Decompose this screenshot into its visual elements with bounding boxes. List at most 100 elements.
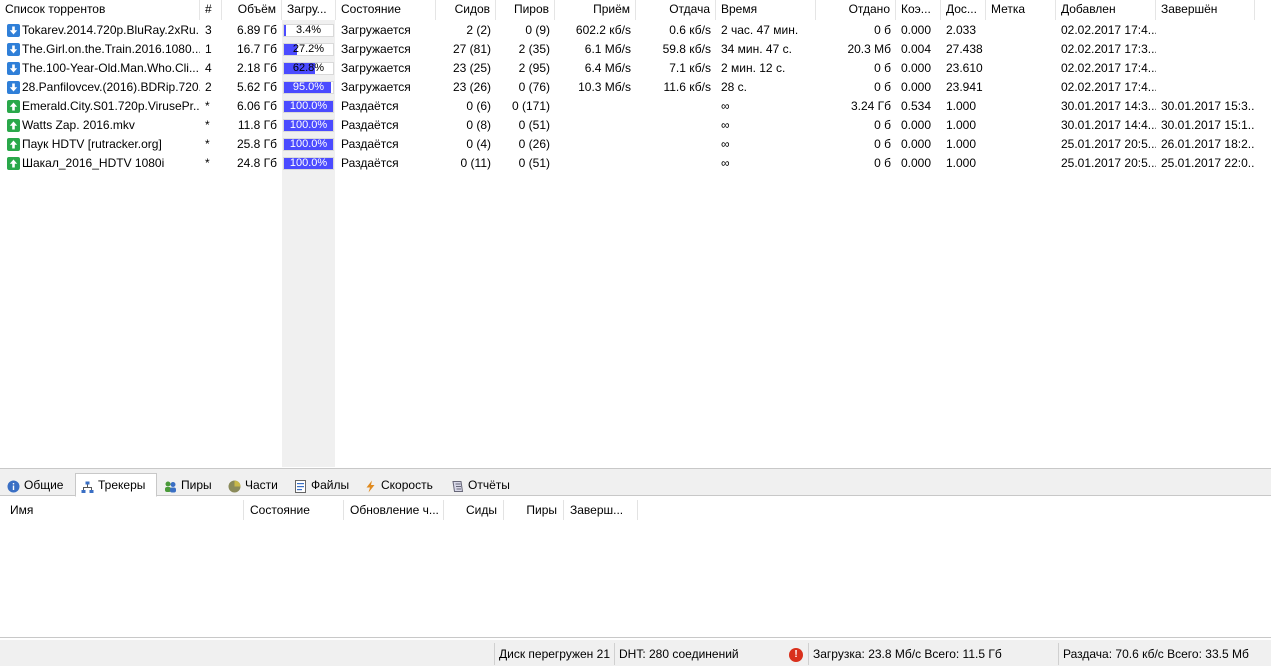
progress-text: 100.0% <box>289 119 328 131</box>
torrent-uploaded: 0 б <box>874 118 891 132</box>
column-header-uploaded[interactable]: Отдано <box>816 0 896 20</box>
torrent-ratio: 0.000 <box>901 61 932 75</box>
warning-icon[interactable]: ! <box>789 648 803 662</box>
torrent-size: 6.89 Гб <box>236 23 277 37</box>
torrent-uploaded: 0 б <box>874 137 891 151</box>
tracker-column-update[interactable]: Обновление ч... <box>344 500 444 520</box>
torrent-queue: 1 <box>205 42 212 56</box>
tab-trackers[interactable]: Трекеры <box>75 473 157 497</box>
torrent-label <box>986 59 1056 78</box>
torrent-row[interactable]: Паук HDTV [rutracker.org] * 25.8 Гб 100.0% Р… <box>0 135 1271 154</box>
torrent-size: 6.06 Гб <box>236 99 277 113</box>
torrent-progress: 62.8% <box>282 59 336 78</box>
torrent-completed: 26.01.2017 18:2... <box>1161 137 1255 151</box>
seeding-icon <box>7 157 20 170</box>
column-header-queue[interactable]: # <box>200 0 222 20</box>
torrent-size: 24.8 Гб <box>236 156 277 170</box>
torrent-status: Загружается <box>341 42 411 56</box>
tracker-column-completed[interactable]: Заверш... <box>564 500 638 520</box>
column-header-label[interactable]: Метка <box>986 0 1056 20</box>
torrent-name: 28.Panfilovcev.(2016).BDRip.720... <box>0 78 200 97</box>
download-status[interactable]: Загрузка: 23.8 Мб/с Всего: 11.5 Гб <box>808 643 1058 665</box>
torrent-queue: 2 <box>205 80 212 94</box>
column-header-down-speed[interactable]: Приём <box>555 0 636 20</box>
column-header-up-speed[interactable]: Отдача <box>636 0 716 20</box>
upload-status[interactable]: Раздача: 70.6 кб/с Всего: 33.5 Мб <box>1058 643 1268 665</box>
tracker-column-name[interactable]: Имя <box>4 500 244 520</box>
torrent-progress: 3.4% <box>282 21 336 40</box>
column-header-size[interactable]: Объём <box>222 0 282 20</box>
tracker-column-peers[interactable]: Пиры <box>504 500 564 520</box>
column-header-time[interactable]: Время <box>716 0 816 20</box>
torrent-added: 02.02.2017 17:4... <box>1061 23 1156 37</box>
peers-icon <box>164 479 177 493</box>
column-header-peers[interactable]: Пиров <box>496 0 555 20</box>
column-header-added[interactable]: Добавлен <box>1056 0 1156 20</box>
tracker-column-seeds[interactable]: Сиды <box>444 500 504 520</box>
torrent-label <box>986 135 1056 154</box>
torrent-list[interactable]: Список торрентов # Объём Загру... Состоя… <box>0 0 1271 467</box>
tab-label: Части <box>245 478 278 492</box>
tab-pieces[interactable]: Части <box>223 475 285 496</box>
column-header-seeds[interactable]: Сидов <box>436 0 496 20</box>
download-icon <box>7 62 20 75</box>
torrent-uploaded: 0 б <box>874 61 891 75</box>
logger-icon <box>451 479 464 492</box>
torrent-down-speed <box>555 116 636 135</box>
pieces-icon <box>228 479 241 493</box>
tab-files[interactable]: Файлы <box>289 475 355 496</box>
torrent-up-speed <box>636 116 716 135</box>
tab-info[interactable]: Общие <box>2 475 72 496</box>
torrent-up-speed: 59.8 кб/s <box>662 42 711 56</box>
torrent-size: 2.18 Гб <box>236 61 277 75</box>
trackers-panel: Имя Состояние Обновление ч... Сиды Пиры … <box>0 497 1271 638</box>
torrent-row[interactable]: The.100-Year-Old.Man.Who.Cli... 4 2.18 Гб 6… <box>0 59 1271 78</box>
tab-logger[interactable]: Отчёты <box>446 475 518 496</box>
torrent-completed: 25.01.2017 22:0... <box>1161 156 1255 170</box>
torrent-down-speed <box>555 97 636 116</box>
torrent-time: 34 мин. 47 с. <box>721 42 792 56</box>
tracker-column-status[interactable]: Состояние <box>244 500 344 520</box>
torrent-label <box>986 116 1056 135</box>
seeding-icon <box>7 100 20 113</box>
torrent-time: ∞ <box>721 156 730 170</box>
tab-speed[interactable]: Скорость <box>359 475 442 496</box>
torrent-avail: 1.000 <box>946 156 977 170</box>
column-header-ratio[interactable]: Коэ... <box>896 0 941 20</box>
progress-bar: 95.0% <box>283 81 334 94</box>
tab-peers[interactable]: Пиры <box>159 475 219 496</box>
torrent-status: Загружается <box>341 80 411 94</box>
column-header-name[interactable]: Список торрентов <box>0 0 200 20</box>
torrent-ratio: 0.000 <box>901 80 932 94</box>
disk-status: Диск перегружен 21 <box>494 643 612 665</box>
torrent-row[interactable]: 28.Panfilovcev.(2016).BDRip.720... 2 5.62 … <box>0 78 1271 97</box>
torrent-ratio: 0.000 <box>901 156 932 170</box>
dht-status[interactable]: DHT: 280 соединений <box>614 643 782 665</box>
seeding-icon <box>7 119 20 132</box>
torrent-peers: 0 (9) <box>525 23 550 37</box>
torrent-row[interactable]: Tokarev.2014.720p.BluRay.2xRu... 3 6.89 Гб… <box>0 21 1271 40</box>
tab-label: Общие <box>24 478 64 492</box>
torrent-seeds: 0 (8) <box>466 118 491 132</box>
torrent-size: 25.8 Гб <box>236 137 277 151</box>
torrent-queue: * <box>205 99 210 113</box>
torrent-added: 25.01.2017 20:5... <box>1061 156 1156 170</box>
torrent-size: 16.7 Гб <box>236 42 277 56</box>
torrent-row[interactable]: Emerald.City.S01.720p.VirusePr... * 6.06 Г… <box>0 97 1271 116</box>
torrent-peers: 0 (171) <box>511 99 550 113</box>
torrent-size: 11.8 Гб <box>237 118 277 132</box>
torrent-row[interactable]: The.Girl.on.the.Train.2016.1080... 1 16.7 … <box>0 40 1271 59</box>
column-header-status[interactable]: Состояние <box>336 0 436 20</box>
torrent-peers: 0 (76) <box>518 80 550 94</box>
torrent-up-speed <box>636 154 716 173</box>
column-header-completed[interactable]: Завершён <box>1156 0 1255 20</box>
torrent-completed <box>1156 40 1255 59</box>
torrent-row[interactable]: Шакал_2016_HDTV 1080i * 24.8 Гб 100.0% Разда… <box>0 154 1271 173</box>
column-header-availability[interactable]: Дос... <box>941 0 986 20</box>
torrent-row[interactable]: Watts Zap. 2016.mkv * 11.8 Гб 100.0% Раздаёт… <box>0 116 1271 135</box>
torrent-name-text: Watts Zap. 2016.mkv <box>22 118 135 132</box>
torrent-progress: 100.0% <box>282 116 336 135</box>
torrent-name: Emerald.City.S01.720p.VirusePr... <box>0 97 200 116</box>
column-header-progress[interactable]: Загру... <box>282 0 336 20</box>
torrent-avail: 1.000 <box>946 118 977 132</box>
